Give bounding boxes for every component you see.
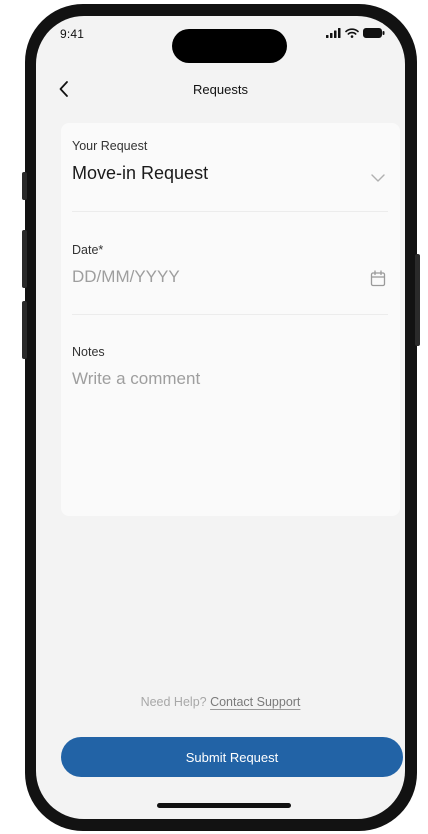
volume-down-button <box>22 301 27 359</box>
request-form-card: Your Request Move-in Request Date* DD/MM… <box>61 123 400 516</box>
request-type-dropdown[interactable]: Your Request Move-in Request <box>72 139 388 199</box>
contact-support-link[interactable]: Contact Support <box>210 695 300 709</box>
notes-placeholder: Write a comment <box>72 369 201 388</box>
status-time: 9:41 <box>60 27 85 41</box>
date-placeholder: DD/MM/YYYY <box>72 267 180 286</box>
notes-field[interactable]: Notes Write a comment <box>72 345 388 505</box>
date-label: Date* <box>72 243 104 257</box>
help-text: Need Help? <box>140 695 207 709</box>
request-type-label: Your Request <box>72 139 148 153</box>
notes-label: Notes <box>72 345 105 359</box>
page-title: Requests <box>193 82 248 97</box>
help-row: Need Help? Contact Support <box>36 695 405 709</box>
divider <box>72 314 388 315</box>
phone-screen: 9:41 Requests Your Request Move-in Reque… <box>36 16 405 819</box>
battery-icon <box>363 28 385 38</box>
power-button <box>415 254 420 346</box>
home-indicator <box>157 803 291 808</box>
calendar-icon[interactable] <box>370 270 386 287</box>
status-icons <box>326 28 385 38</box>
signal-icon <box>326 28 341 38</box>
request-type-value: Move-in Request <box>72 163 209 183</box>
action-button <box>22 172 27 200</box>
volume-up-button <box>22 230 27 288</box>
date-field[interactable]: Date* DD/MM/YYYY <box>72 243 388 303</box>
wifi-icon <box>345 28 359 38</box>
dynamic-island <box>172 29 287 63</box>
divider <box>72 211 388 212</box>
nav-bar: Requests <box>36 76 405 106</box>
submit-request-button[interactable]: Submit Request <box>61 737 403 777</box>
status-bar: 9:41 <box>36 16 405 63</box>
chevron-down-icon <box>371 174 385 182</box>
